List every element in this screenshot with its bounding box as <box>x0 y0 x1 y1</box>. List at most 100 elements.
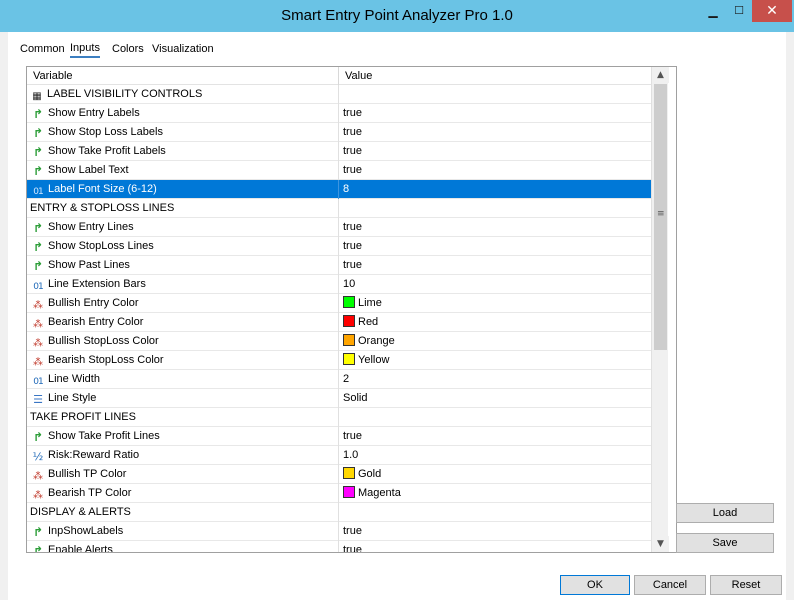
input-row[interactable]: ⁂ Bearish Entry Color Red <box>27 313 651 332</box>
value-cell[interactable]: Solid <box>339 389 651 408</box>
variable-cell: 01 Label Font Size (6-12) <box>27 180 339 199</box>
maximize-button[interactable]: ☐ <box>726 0 752 22</box>
input-row[interactable]: ☰ Line Style Solid <box>27 389 651 408</box>
value-cell[interactable]: Magenta <box>339 484 651 503</box>
value-text: Yellow <box>358 354 390 366</box>
input-row[interactable]: ↱ Show StopLoss Lines true <box>27 237 651 256</box>
scroll-up-arrow[interactable]: ▲ <box>652 67 669 83</box>
variable-label: Bullish StopLoss Color <box>48 335 159 347</box>
color-swatch <box>343 467 355 479</box>
cancel-button[interactable]: Cancel <box>634 575 706 595</box>
value-text: 8 <box>343 183 350 195</box>
variable-label: Show Entry Labels <box>48 107 140 119</box>
tab-common[interactable]: Common <box>20 40 65 58</box>
value-cell[interactable]: true <box>339 427 651 446</box>
section-row[interactable]: ▦ LABEL VISIBILITY CONTROLS <box>27 85 651 104</box>
value-cell[interactable]: true <box>339 161 651 180</box>
ok-button[interactable]: OK <box>560 575 630 595</box>
color-swatch <box>343 353 355 365</box>
color-icon: ⁂ <box>33 338 43 349</box>
variable-cell: ▦ LABEL VISIBILITY CONTROLS <box>27 85 339 104</box>
variable-label: TAKE PROFIT LINES <box>30 411 136 423</box>
vertical-scrollbar[interactable]: ▲ ≡ ▼ <box>651 67 669 552</box>
input-row[interactable]: ↱ Show Stop Loss Labels true <box>27 123 651 142</box>
variable-label: Bullish TP Color <box>48 468 127 480</box>
value-cell[interactable]: 10 <box>339 275 651 294</box>
bool-arrow-icon: ↱ <box>32 544 44 553</box>
reset-button[interactable]: Reset <box>710 575 782 595</box>
input-row[interactable]: ↱ Show Take Profit Labels true <box>27 142 651 161</box>
variable-cell: ↱ InpShowLabels <box>27 522 339 541</box>
minimize-button[interactable]: ▁ <box>700 0 726 22</box>
value-text: 2 <box>343 373 350 385</box>
section-row[interactable]: DISPLAY & ALERTS <box>27 503 651 522</box>
input-row[interactable]: ⁂ Bullish StopLoss Color Orange <box>27 332 651 351</box>
section-row[interactable]: ENTRY & STOPLOSS LINES <box>27 199 651 218</box>
input-row[interactable]: ⁂ Bearish TP Color Magenta <box>27 484 651 503</box>
variable-label: Show StopLoss Lines <box>48 240 154 252</box>
value-cell[interactable]: Yellow <box>339 351 651 370</box>
value-cell[interactable]: Lime <box>339 294 651 313</box>
input-row[interactable]: ↱ Show Past Lines true <box>27 256 651 275</box>
value-cell[interactable]: true <box>339 256 651 275</box>
variable-label: Show Stop Loss Labels <box>48 126 163 138</box>
input-row[interactable]: ⁂ Bearish StopLoss Color Yellow <box>27 351 651 370</box>
value-cell[interactable]: 1.0 <box>339 446 651 465</box>
input-row[interactable]: ↱ Enable Alerts true <box>27 541 651 553</box>
integer-icon: 01 <box>33 187 43 197</box>
tab-inputs[interactable]: Inputs <box>70 40 100 58</box>
tab-visualization[interactable]: Visualization <box>152 40 214 58</box>
input-row[interactable]: 01 Label Font Size (6-12) 8 <box>27 180 651 199</box>
value-cell[interactable]: true <box>339 522 651 541</box>
color-icon: ⁂ <box>33 490 43 501</box>
column-header-value[interactable]: Value <box>339 67 651 85</box>
variable-cell: ⁂ Bullish StopLoss Color <box>27 332 339 351</box>
input-row[interactable]: ↱ Show Entry Labels true <box>27 104 651 123</box>
save-button[interactable]: Save <box>676 533 774 553</box>
variable-label: LABEL VISIBILITY CONTROLS <box>47 88 203 100</box>
value-cell[interactable]: true <box>339 218 651 237</box>
load-button[interactable]: Load <box>676 503 774 523</box>
input-row[interactable]: 01 Line Width 2 <box>27 370 651 389</box>
column-header-variable[interactable]: Variable <box>27 67 339 85</box>
close-button[interactable]: ✕ <box>752 0 792 22</box>
value-cell[interactable]: Gold <box>339 465 651 484</box>
scroll-down-arrow[interactable]: ▼ <box>652 536 669 552</box>
section-row[interactable]: TAKE PROFIT LINES <box>27 408 651 427</box>
color-icon: ⁂ <box>33 471 43 482</box>
value-cell[interactable]: Red <box>339 313 651 332</box>
window-title: Smart Entry Point Analyzer Pro 1.0 <box>281 7 513 24</box>
input-row[interactable]: ↱ Show Label Text true <box>27 161 651 180</box>
input-row[interactable]: ↱ Show Entry Lines true <box>27 218 651 237</box>
variable-cell: ½ Risk:Reward Ratio <box>27 446 339 465</box>
value-text: true <box>343 259 362 271</box>
value-text: Solid <box>343 392 368 404</box>
line-style-icon: ☰ <box>33 393 43 406</box>
variable-cell: ⁂ Bearish Entry Color <box>27 313 339 332</box>
input-row[interactable]: ↱ InpShowLabels true <box>27 522 651 541</box>
value-cell[interactable]: true <box>339 541 651 552</box>
value-cell[interactable]: Orange <box>339 332 651 351</box>
value-cell[interactable]: true <box>339 237 651 256</box>
title-bar: Smart Entry Point Analyzer Pro 1.0 ▁ ☐ ✕ <box>0 0 794 32</box>
value-text: Red <box>358 316 379 328</box>
input-row[interactable]: ⁂ Bullish Entry Color Lime <box>27 294 651 313</box>
scroll-thumb[interactable]: ≡ <box>654 84 667 350</box>
variable-label: Line Width <box>48 373 100 385</box>
variable-cell: ↱ Show StopLoss Lines <box>27 237 339 256</box>
section-icon: ▦ <box>32 91 42 102</box>
value-cell[interactable]: true <box>339 123 651 142</box>
variable-label: Bullish Entry Color <box>48 297 139 309</box>
variable-cell: ↱ Show Entry Lines <box>27 218 339 237</box>
input-row[interactable]: ⁂ Bullish TP Color Gold <box>27 465 651 484</box>
input-row[interactable]: ½ Risk:Reward Ratio 1.0 <box>27 446 651 465</box>
value-cell[interactable]: 2 <box>339 370 651 389</box>
input-row[interactable]: 01 Line Extension Bars 10 <box>27 275 651 294</box>
value-cell[interactable]: 8 <box>339 180 651 199</box>
variable-cell: ↱ Show Label Text <box>27 161 339 180</box>
variable-label: Line Extension Bars <box>48 278 146 290</box>
value-cell[interactable]: true <box>339 104 651 123</box>
tab-colors[interactable]: Colors <box>112 40 144 58</box>
value-cell[interactable]: true <box>339 142 651 161</box>
input-row[interactable]: ↱ Show Take Profit Lines true <box>27 427 651 446</box>
